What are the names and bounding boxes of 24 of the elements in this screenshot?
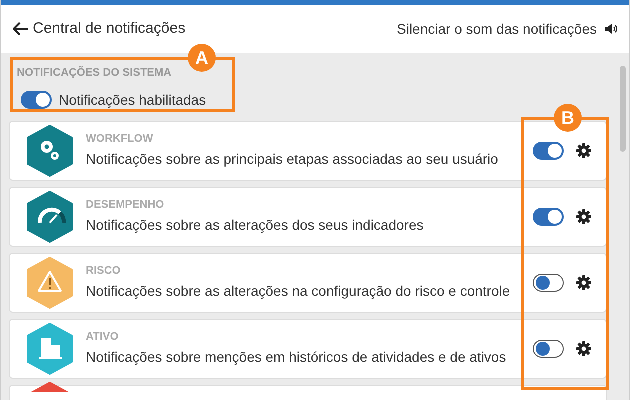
settings-icon[interactable] (576, 142, 592, 158)
system-toggle[interactable] (21, 91, 52, 109)
category-label: DESEMPENHO (86, 198, 166, 213)
description-text: Notificações sobre as principais etapas associadas ao seu usuário (86, 150, 500, 170)
notification-toggle[interactable] (533, 274, 564, 292)
mute-button[interactable]: Silenciar o som das notificações (397, 18, 617, 40)
category-label: RISCO (86, 264, 122, 279)
section-title: NOTIFICAÇÕES DO SISTEMA (17, 65, 173, 81)
category-label: ATIVO (86, 330, 120, 345)
settings-icon[interactable] (576, 208, 592, 224)
settings-icon[interactable] (576, 340, 592, 356)
notification-toggle[interactable] (533, 142, 564, 160)
toggle-label: Notificações habilitadas (59, 90, 206, 110)
notification-toggle[interactable] (533, 208, 564, 226)
settings-icon[interactable] (576, 274, 592, 290)
notification-toggle[interactable] (533, 340, 564, 358)
callout-badge: A (188, 44, 216, 72)
description-text: Notificações sobre menções em históricos de atividades e de ativos (86, 348, 508, 368)
back-arrow-icon (13, 22, 29, 36)
description-text: Notificações sobre as alterações na configuração do risco e controle (86, 282, 512, 302)
back-button[interactable]: Central de notificações (13, 18, 186, 40)
speaker-icon (605, 24, 617, 34)
category-label: WORKFLOW (86, 132, 154, 147)
description-text: Notificações sobre as alterações dos seus indicadores (86, 216, 425, 236)
